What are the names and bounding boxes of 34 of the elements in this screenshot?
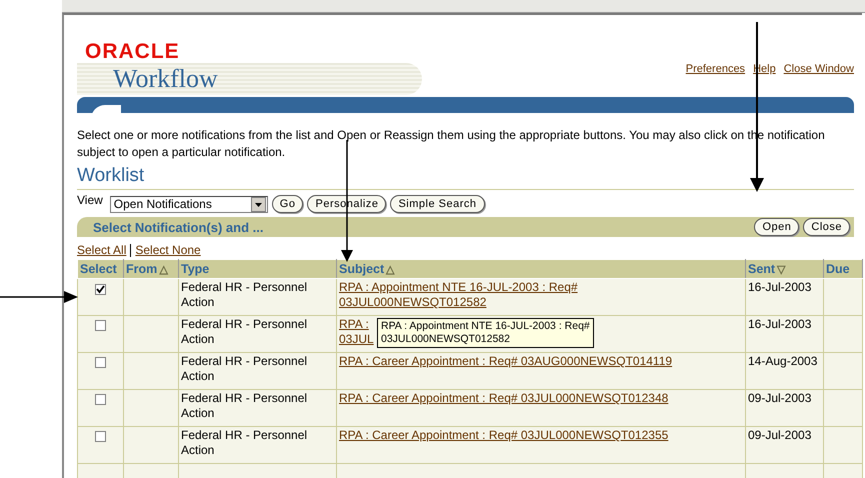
column-header[interactable]: Sent: [748, 262, 776, 276]
sent-date: 14-Aug-2003: [748, 354, 818, 368]
row-checkbox[interactable]: [95, 431, 106, 442]
view-button[interactable]: Simple Search: [390, 195, 485, 213]
row-checkbox[interactable]: [95, 320, 106, 331]
sent-date: 16-Jul-2003: [748, 317, 812, 331]
view-label: View: [77, 193, 103, 207]
view-button[interactable]: Go: [272, 195, 304, 213]
column-header[interactable]: Type: [181, 262, 210, 276]
type-text: Federal HR - Personnel Action: [181, 428, 308, 457]
select-link[interactable]: Select None: [135, 243, 201, 257]
link-separator: [130, 244, 132, 256]
type-text: Federal HR - Personnel Action: [181, 391, 308, 420]
column-header[interactable]: Subject: [339, 262, 384, 276]
sent-date: 09-Jul-2003: [748, 391, 812, 405]
view-dropdown[interactable]: Open Notifications: [110, 196, 268, 212]
global-link[interactable]: Preferences: [686, 63, 746, 75]
select-link[interactable]: Select All: [77, 243, 126, 257]
global-link[interactable]: Close Window: [784, 63, 854, 75]
sent-date: 09-Jul-2003: [748, 428, 812, 442]
tooltip: RPA : Appointment NTE 16-JUL-2003 : Req# 03JUL000NEWSQT012582: [377, 318, 594, 348]
row-checkbox[interactable]: [95, 284, 106, 295]
type-text: Federal HR - Personnel Action: [181, 280, 308, 309]
action-button[interactable]: Close: [803, 218, 850, 236]
row-checkbox[interactable]: [95, 394, 106, 405]
type-text: Federal HR - Personnel Action: [181, 317, 308, 346]
row-checkbox[interactable]: [95, 357, 106, 368]
section-title: Select Notification(s) and ...: [93, 220, 264, 234]
company-logo: ORACLE: [84, 41, 181, 63]
sent-date: 16-Jul-2003: [748, 280, 812, 294]
action-button[interactable]: Open: [754, 218, 800, 236]
product-name: Workflow: [113, 64, 218, 94]
type-text: Federal HR - Personnel Action: [181, 354, 308, 383]
column-header[interactable]: From: [126, 262, 158, 276]
